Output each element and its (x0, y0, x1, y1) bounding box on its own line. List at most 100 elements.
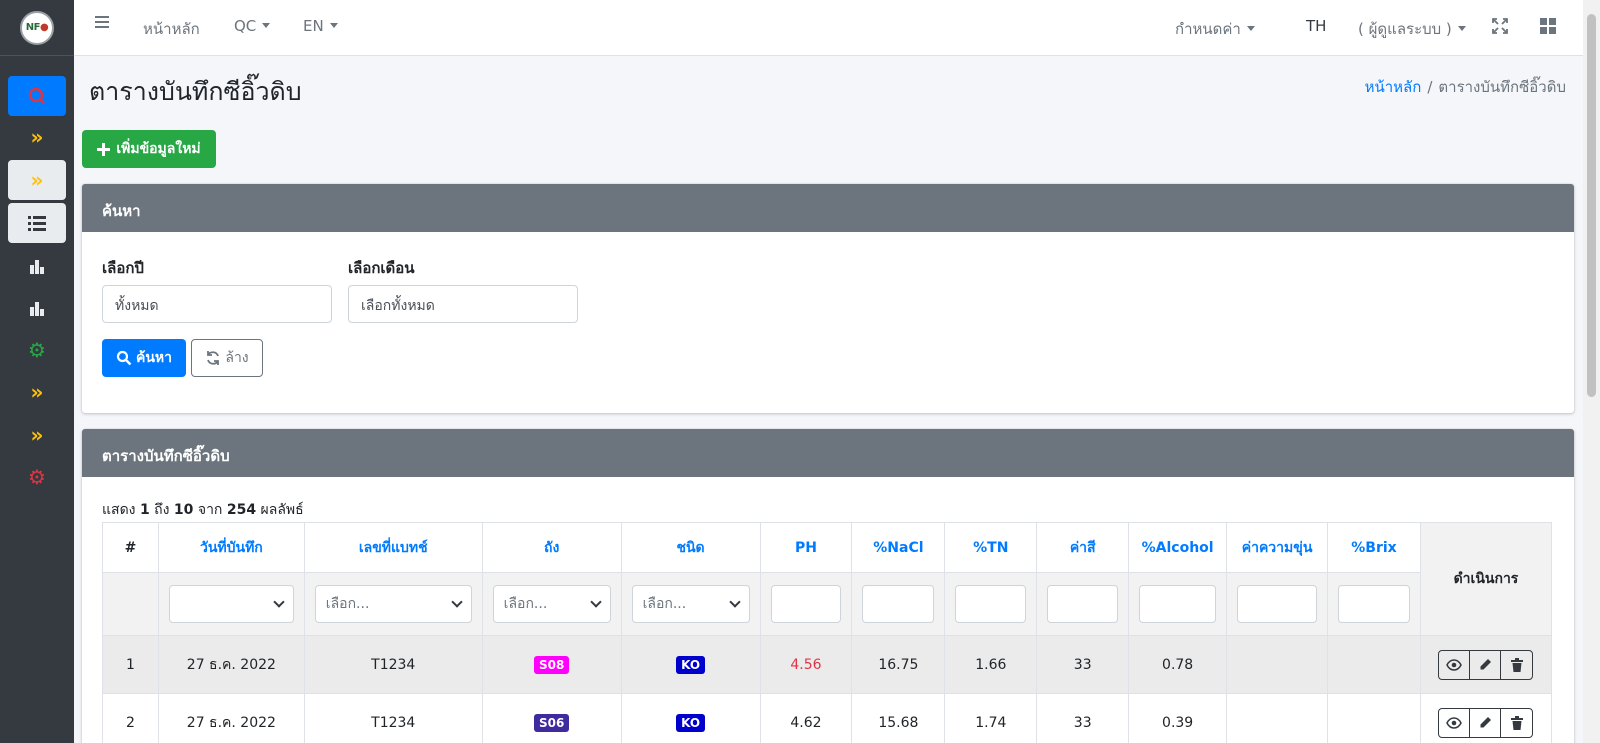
breadcrumb: หน้าหลัก / ตารางบันทึกซีอิ๊วดิบ (1365, 75, 1566, 99)
year-select[interactable]: ทั้งหมด (102, 285, 332, 323)
filter-cell-brix (1327, 572, 1421, 636)
nav-user-dropdown[interactable]: ( ผู้ดูแลระบบ ) (1358, 17, 1466, 41)
col-header-tank[interactable]: ถัง (481, 522, 622, 573)
view-button[interactable] (1439, 708, 1471, 737)
filter-row: เลือก... เลือก... เลือก... (102, 572, 1552, 636)
batch-filter-placeholder: เลือก... (325, 596, 370, 612)
page-scrollbar[interactable] (1583, 0, 1600, 743)
top-navbar: หน้าหลัก QC EN กำหนดค่า TH ( ผู้ดูแลระบบ… (74, 0, 1583, 56)
breadcrumb-home[interactable]: หน้าหลัก (1365, 78, 1422, 96)
grid-icon (1540, 18, 1556, 34)
col-header-turbidity[interactable]: ค่าความขุ่น (1226, 522, 1329, 573)
nav-settings-dropdown[interactable]: กำหนดค่า (1175, 17, 1255, 41)
col-header-date[interactable]: วันที่บันทึก (157, 522, 305, 573)
batch-filter-select[interactable]: เลือก... (314, 585, 472, 623)
filter-cell-no (102, 572, 159, 636)
col-header-color[interactable]: ค่าสี (1036, 522, 1130, 573)
sidebar-item-settings-red[interactable]: ⚙ (8, 457, 66, 497)
filter-cell-type: เลือก... (620, 572, 761, 636)
eye-icon (1446, 716, 1463, 729)
tank-badge: S08 (533, 655, 570, 674)
sidebar-item-4[interactable]: » (8, 415, 66, 455)
delete-button[interactable] (1501, 651, 1532, 679)
fullscreen-button[interactable] (1492, 18, 1508, 38)
nacl-filter-input[interactable] (862, 585, 935, 623)
menu-toggle[interactable] (94, 14, 110, 34)
sidebar-item-qc[interactable] (8, 76, 66, 116)
nav-settings-label: กำหนดค่า (1175, 20, 1241, 38)
sidebar: NF ● » » ⚙ » » ⚙ (0, 0, 74, 743)
nav-qc-dropdown[interactable]: QC (234, 17, 270, 35)
scrollbar-thumb[interactable] (1587, 14, 1596, 397)
cell-color: 33 (1036, 693, 1130, 743)
brix-filter-input[interactable] (1338, 585, 1410, 623)
eye-icon (1446, 658, 1463, 671)
col-header-ph[interactable]: PH (759, 522, 853, 573)
edit-button[interactable] (1470, 708, 1502, 737)
cell-nacl: 15.68 (851, 693, 946, 743)
ph-filter-input[interactable] (770, 585, 842, 623)
row-actions (1438, 649, 1534, 680)
sidebar-item-chart-2[interactable] (8, 288, 66, 328)
trash-icon (1510, 657, 1523, 672)
sidebar-item-chart-1[interactable] (8, 246, 66, 286)
cell-alcohol: 0.39 (1128, 693, 1228, 743)
double-chevron-icon: » (30, 125, 44, 149)
brand-logo-text: NF (25, 22, 41, 33)
col-header-brix[interactable]: %Brix (1327, 522, 1421, 573)
nav-lang-dropdown[interactable]: EN (303, 17, 338, 35)
apps-button[interactable] (1540, 18, 1556, 38)
info-to: 10 (173, 502, 194, 518)
cell-type: KO (620, 635, 761, 694)
sidebar-item-settings-green[interactable]: ⚙ (8, 330, 66, 370)
cell-batch: T1234 (303, 693, 483, 743)
records-table: # วันที่บันทึก เลขที่แบทช์ ถัง ชนิด PH %… (102, 522, 1553, 743)
nav-home[interactable]: หน้าหลัก (143, 17, 200, 41)
chevron-down-icon (589, 596, 602, 608)
type-badge: KO (676, 655, 706, 674)
clear-button-label: ล้าง (225, 350, 249, 366)
cell-tn: 1.74 (944, 693, 1038, 743)
col-header-tn[interactable]: %TN (944, 522, 1038, 573)
col-header-alcohol[interactable]: %Alcohol (1128, 522, 1228, 573)
page-title: ตารางบันทึกซีอิ๊วดิบ (89, 77, 302, 106)
type-filter-select[interactable]: เลือก... (631, 585, 750, 623)
sidebar-item-2[interactable]: » (8, 160, 66, 200)
nav-th[interactable]: TH (1306, 17, 1326, 35)
tn-filter-input[interactable] (955, 585, 1027, 623)
month-label: เลือกเดือน (348, 259, 415, 277)
cell-ph: 4.62 (759, 693, 853, 743)
col-header-nacl[interactable]: %NaCl (851, 522, 946, 573)
filter-cell-tank: เลือก... (481, 572, 622, 636)
tank-badge: S06 (533, 713, 570, 732)
brand[interactable]: NF ● (0, 0, 74, 56)
edit-button[interactable] (1470, 650, 1502, 679)
year-label: เลือกปี (102, 259, 144, 277)
table-card-header: ตารางบันทึกซีอิ๊วดิบ (82, 429, 1574, 477)
chevron-down-icon (451, 596, 463, 608)
plus-icon (97, 142, 111, 156)
col-header-type[interactable]: ชนิด (620, 522, 761, 573)
delete-button[interactable] (1501, 709, 1532, 737)
month-select[interactable]: เลือกทั้งหมด (348, 285, 578, 323)
info-show: แสดง (102, 502, 136, 518)
sidebar-item-3[interactable]: » (8, 372, 66, 412)
search-button-label: ค้นหา (135, 350, 173, 366)
search-button[interactable]: ค้นหา (102, 339, 186, 377)
view-button[interactable] (1439, 650, 1471, 679)
turbidity-filter-input[interactable] (1237, 585, 1318, 623)
sidebar-item-list[interactable] (8, 203, 66, 243)
cell-tank: S06 (481, 693, 622, 743)
tank-filter-select[interactable]: เลือก... (492, 585, 611, 623)
alcohol-filter-input[interactable] (1139, 585, 1217, 623)
clear-button[interactable]: ล้าง (191, 339, 263, 377)
date-filter-select[interactable] (168, 585, 294, 623)
add-new-button[interactable]: เพิ่มข้อมูลใหม่ (82, 130, 216, 168)
trash-icon (1510, 715, 1523, 730)
color-filter-input[interactable] (1047, 585, 1119, 623)
col-header-batch[interactable]: เลขที่แบทช์ (303, 522, 483, 573)
cell-no: 2 (102, 693, 159, 743)
cell-actions (1419, 693, 1553, 743)
cell-alcohol: 0.78 (1128, 635, 1228, 694)
sidebar-item-1[interactable]: » (8, 117, 66, 157)
